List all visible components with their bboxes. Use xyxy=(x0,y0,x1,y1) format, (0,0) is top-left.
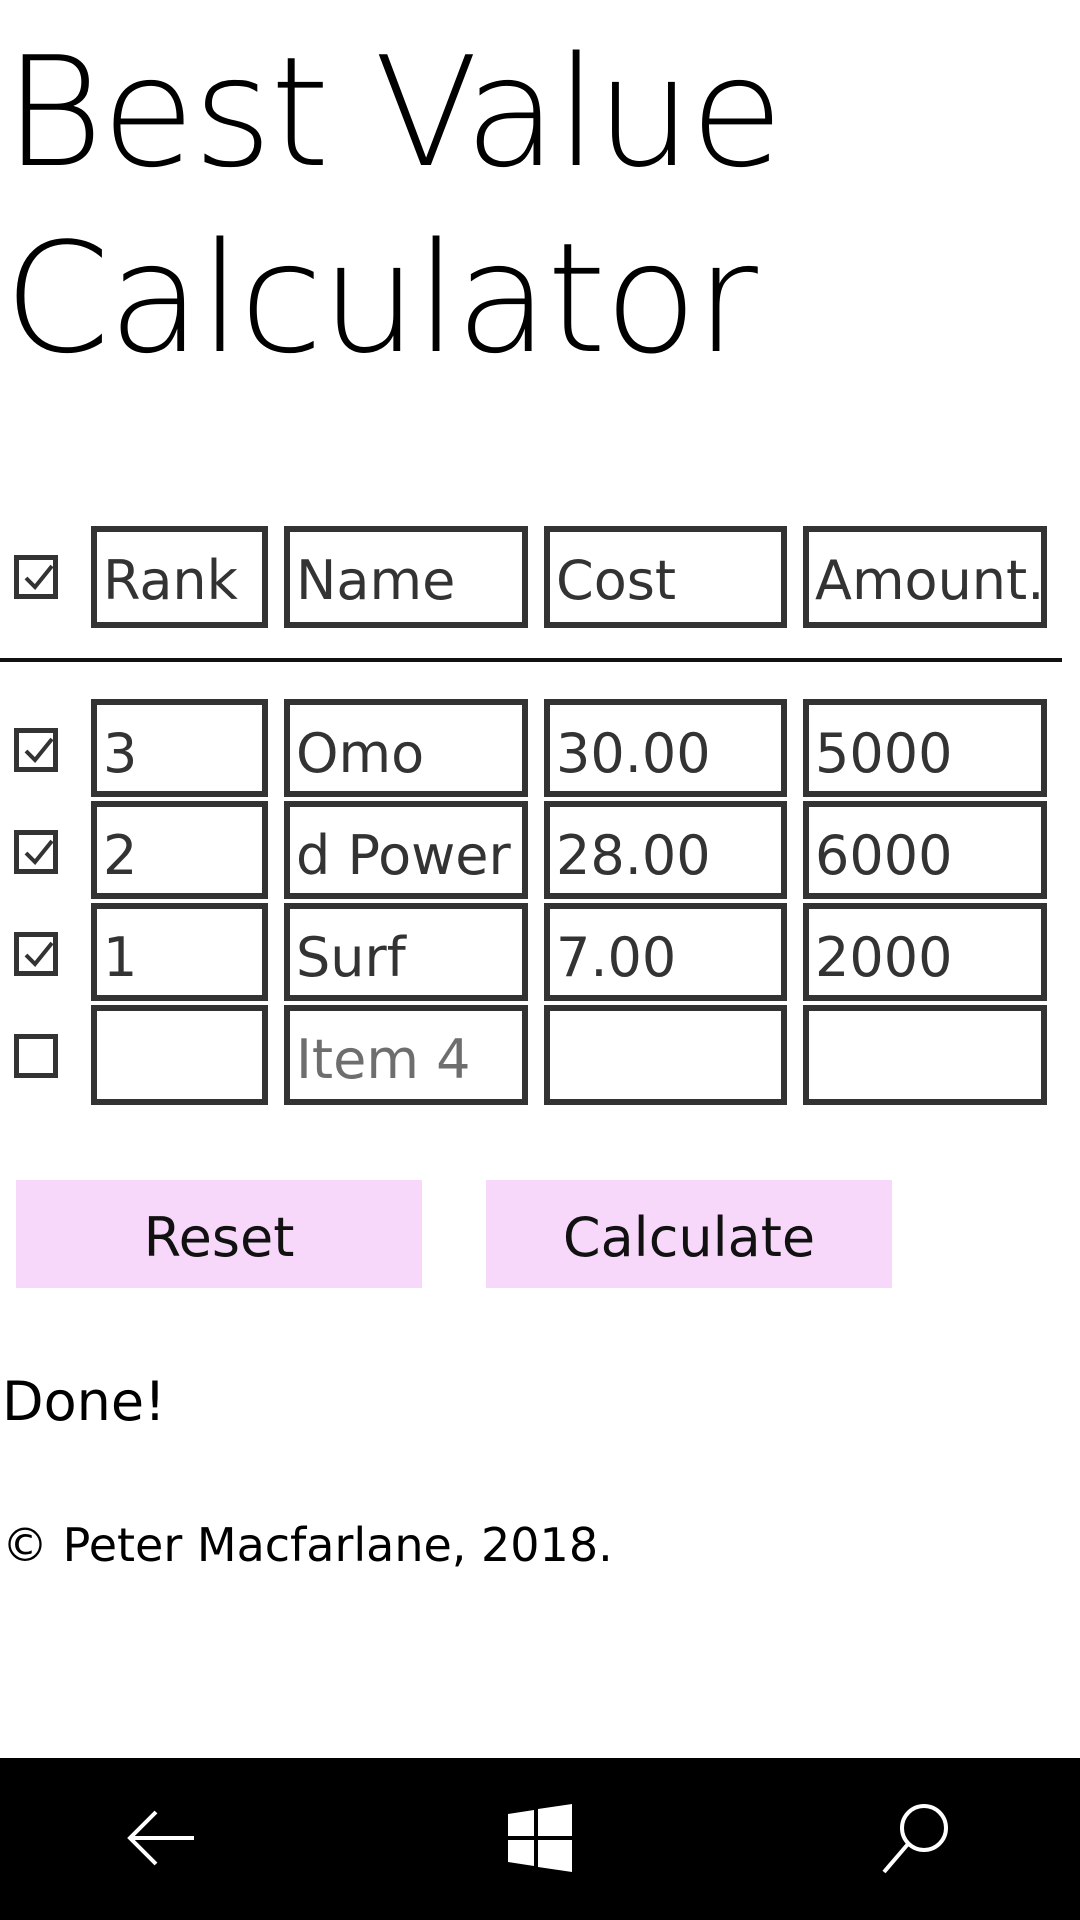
row-1-name-input[interactable]: Omo xyxy=(284,699,528,797)
back-arrow-icon xyxy=(127,1810,194,1866)
row-3-name-input[interactable]: Surf xyxy=(284,903,528,1001)
status-text: Done! xyxy=(2,1370,166,1433)
windows-icon xyxy=(508,1804,572,1872)
checkmark-icon xyxy=(24,564,54,590)
row-1-amount-input[interactable]: 5000 xyxy=(803,699,1047,797)
row-4-name-input[interactable]: Item 4 xyxy=(284,1005,528,1105)
row-2-name-input[interactable]: d Power xyxy=(284,801,528,899)
row-3-checkbox[interactable] xyxy=(14,932,58,976)
select-all-checkbox[interactable] xyxy=(14,555,58,599)
search-icon xyxy=(882,1804,948,1874)
page-title: Best Value Calculator xyxy=(4,20,784,392)
row-2-rank[interactable]: 2 xyxy=(91,801,268,899)
row-2-checkbox[interactable] xyxy=(14,830,58,874)
row-1-rank[interactable]: 3 xyxy=(91,699,268,797)
copyright-text: © Peter Macfarlane, 2018. xyxy=(2,1518,613,1572)
row-4-cost-input[interactable] xyxy=(544,1005,787,1105)
calculate-button[interactable]: Calculate xyxy=(486,1180,892,1288)
title-line-1: Best Value xyxy=(4,24,784,201)
title-line-2: Calculator xyxy=(4,210,758,387)
row-4-rank[interactable] xyxy=(91,1005,268,1105)
row-4-checkbox[interactable] xyxy=(14,1034,58,1078)
back-button[interactable] xyxy=(122,1798,202,1878)
header-rank: Rank xyxy=(91,526,268,628)
row-2-amount-input[interactable]: 6000 xyxy=(803,801,1047,899)
header-divider xyxy=(0,658,1062,662)
checkmark-icon xyxy=(24,941,54,967)
system-navigation-bar xyxy=(0,1758,1080,1920)
row-2-cost-input[interactable]: 28.00 xyxy=(544,801,787,899)
search-button[interactable] xyxy=(878,1798,958,1878)
checkmark-icon xyxy=(24,839,54,865)
header-name: Name xyxy=(284,526,528,628)
row-3-rank[interactable]: 1 xyxy=(91,903,268,1001)
home-button[interactable] xyxy=(500,1798,580,1878)
reset-button[interactable]: Reset xyxy=(16,1180,422,1288)
row-3-cost-input[interactable]: 7.00 xyxy=(544,903,787,1001)
header-cost: Cost xyxy=(544,526,787,628)
row-4-amount-input[interactable] xyxy=(803,1005,1047,1105)
row-1-checkbox[interactable] xyxy=(14,728,58,772)
row-1-cost-input[interactable]: 30.00 xyxy=(544,699,787,797)
checkmark-icon xyxy=(24,737,54,763)
header-amount: Amount. xyxy=(803,526,1047,628)
row-3-amount-input[interactable]: 2000 xyxy=(803,903,1047,1001)
